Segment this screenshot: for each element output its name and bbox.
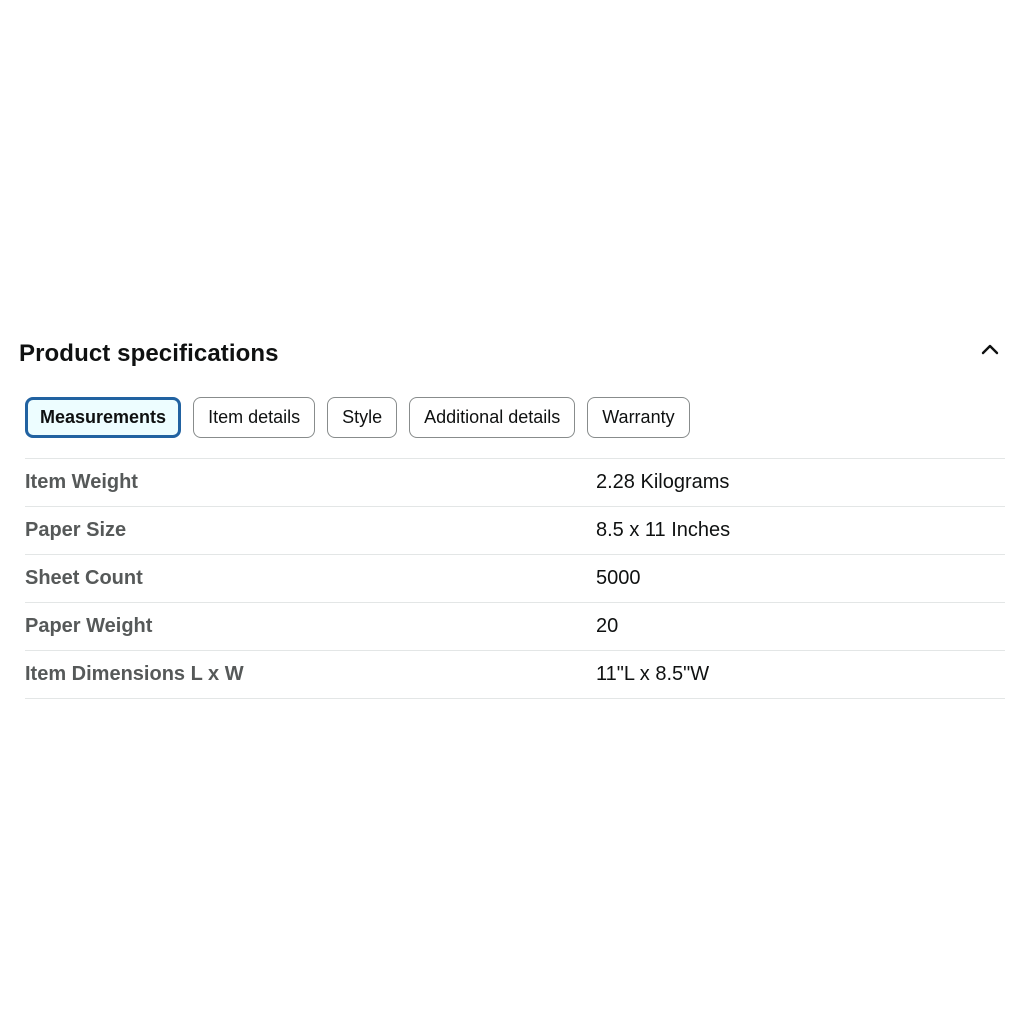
spec-label: Item Dimensions L x W <box>25 663 244 685</box>
tab-item-details[interactable]: Item details <box>193 397 316 438</box>
spec-value: 2.28 Kilograms <box>596 471 730 493</box>
tab-measurements[interactable]: Measurements <box>25 397 182 438</box>
tab-style[interactable]: Style <box>327 397 398 438</box>
spec-table: Item Weight 2.28 Kilograms Paper Size 8.… <box>25 458 1005 699</box>
spec-label: Sheet Count <box>25 567 143 589</box>
spec-value: 5000 <box>596 567 641 589</box>
spec-label: Item Weight <box>25 471 138 493</box>
product-specifications-page: Product specifications Measurements Item… <box>0 0 1024 1024</box>
table-row: Item Weight 2.28 Kilograms <box>25 458 1005 507</box>
spec-value: 20 <box>596 615 619 637</box>
section-header[interactable]: Product specifications <box>19 334 1005 374</box>
tab-warranty[interactable]: Warranty <box>587 397 690 438</box>
tab-additional-details[interactable]: Additional details <box>409 397 576 438</box>
table-row: Paper Size 8.5 x 11 Inches <box>25 506 1005 555</box>
collapse-button[interactable] <box>975 334 1005 364</box>
table-row: Paper Weight 20 <box>25 602 1005 651</box>
spec-value: 11"L x 8.5"W <box>596 663 710 685</box>
spec-tabs: Measurements Item details Style Addition… <box>25 397 690 438</box>
chevron-up-icon <box>981 344 999 355</box>
table-row: Sheet Count 5000 <box>25 554 1005 603</box>
spec-label: Paper Weight <box>25 615 153 637</box>
spec-value: 8.5 x 11 Inches <box>596 519 731 541</box>
table-row: Item Dimensions L x W 11"L x 8.5"W <box>25 650 1005 699</box>
spec-label: Paper Size <box>25 519 127 541</box>
section-title: Product specifications <box>19 340 279 367</box>
